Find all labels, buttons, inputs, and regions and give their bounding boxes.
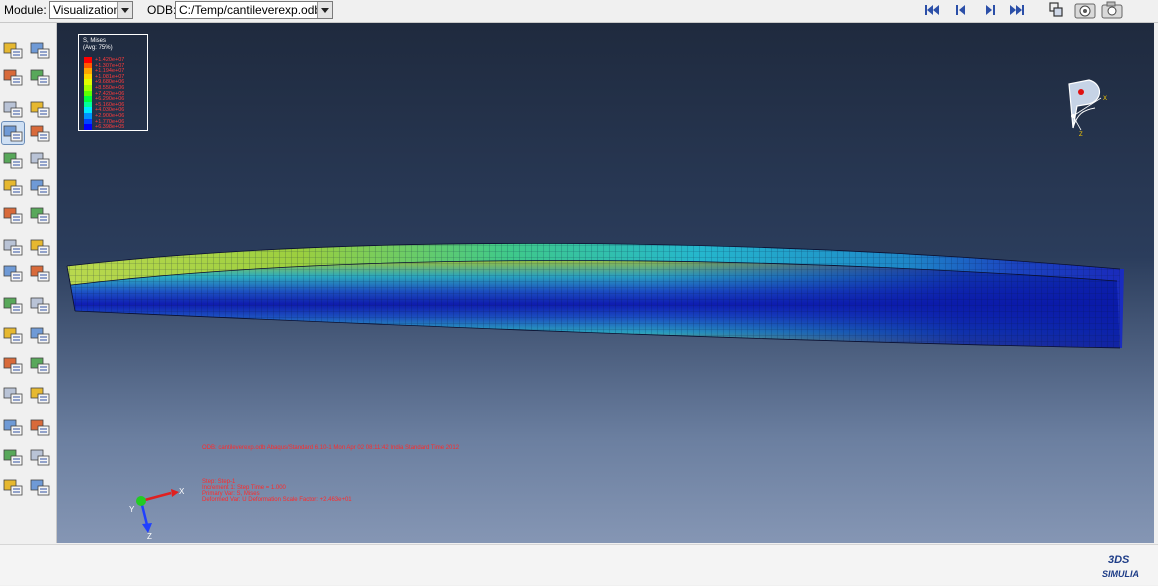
allow-multiple-plots-icon[interactable]: [2, 204, 24, 226]
beam-model: [66, 243, 1124, 349]
output-manager-icon[interactable]: [29, 476, 51, 498]
last-frame-icon[interactable]: [1007, 1, 1027, 19]
undeformed-shape-icon[interactable]: [2, 98, 24, 120]
free-body-cut-icon[interactable]: [2, 416, 24, 438]
top-toolbar: Module: Visualization ODB: C:/Temp/canti…: [0, 0, 1158, 23]
triad-x-label: X: [179, 487, 185, 496]
logo-mark: 3DS: [1108, 554, 1130, 566]
create-path-icon[interactable]: [2, 294, 24, 316]
next-frame-icon[interactable]: [980, 1, 1000, 19]
status-bar: 3DS SIMULIA: [0, 544, 1158, 585]
first-frame-icon[interactable]: [922, 1, 942, 19]
odb-label: ODB:: [147, 3, 177, 17]
logo-text: SIMULIA: [1102, 569, 1139, 579]
camera-settings-icon[interactable]: [1074, 1, 1096, 19]
deformed-shape-icon[interactable]: [29, 98, 51, 120]
camera-icon[interactable]: [1101, 1, 1123, 19]
global-triad: X Y Z: [129, 487, 185, 541]
chevron-down-icon[interactable]: [117, 2, 132, 18]
triad-z-label: Z: [147, 532, 152, 541]
odb-value: C:/Temp/cantileverexp.odb: [179, 3, 322, 17]
xy-data-manager-icon[interactable]: [2, 262, 24, 284]
replace-group-icon[interactable]: [29, 354, 51, 376]
query-manager-icon[interactable]: [29, 446, 51, 468]
left-toolbox: [0, 23, 57, 543]
chevron-down-icon[interactable]: [317, 2, 332, 18]
create-xy-data-icon[interactable]: [29, 262, 51, 284]
simulia-logo: 3DS SIMULIA: [1100, 547, 1154, 581]
module-label: Module:: [4, 3, 47, 17]
animate-time-history-icon[interactable]: [2, 236, 24, 258]
stream-manager-icon[interactable]: [29, 384, 51, 406]
symbol-options-icon[interactable]: [29, 149, 51, 171]
overlay-icon[interactable]: [1046, 1, 1066, 19]
compass-z-label: Z: [1079, 132, 1083, 138]
view-cut-manager-icon[interactable]: [29, 416, 51, 438]
odb-info-line: ODB: cantileverexp.odb Abaqus/Standard 6…: [202, 445, 460, 451]
material-orientation-icon[interactable]: [2, 176, 24, 198]
symbol-plot-icon[interactable]: [2, 149, 24, 171]
deformed-var-line: Deformed Var: U Deformation Scale Factor…: [202, 497, 352, 503]
superimpose-icon[interactable]: [29, 66, 51, 88]
orientation-options-icon[interactable]: [29, 176, 51, 198]
query-icon[interactable]: [2, 446, 24, 468]
contour-options-icon[interactable]: [29, 122, 51, 144]
common-options-icon[interactable]: [2, 66, 24, 88]
module-combo[interactable]: Visualization: [49, 1, 133, 19]
view-compass[interactable]: X Z: [1059, 78, 1119, 138]
result-options-icon[interactable]: [2, 39, 24, 61]
viewport[interactable]: S, Mises (Avg: 75%) +1.420e+07 +1.307e+07…: [57, 23, 1154, 543]
module-value: Visualization: [53, 3, 121, 17]
animate-scale-factor-icon[interactable]: [29, 204, 51, 226]
triad-y-label: Y: [129, 505, 135, 514]
odb-combo[interactable]: C:/Temp/cantileverexp.odb: [175, 1, 333, 19]
restart-output-icon[interactable]: [2, 476, 24, 498]
stream-icon[interactable]: [2, 384, 24, 406]
field-output-icon[interactable]: [29, 39, 51, 61]
contour-plot-icon[interactable]: [1, 121, 25, 145]
animation-options-icon[interactable]: [29, 236, 51, 258]
display-group-icon[interactable]: [2, 354, 24, 376]
report-field-icon[interactable]: [29, 324, 51, 346]
previous-frame-icon[interactable]: [951, 1, 971, 19]
xy-plot-icon[interactable]: [29, 294, 51, 316]
probe-values-icon[interactable]: [2, 324, 24, 346]
compass-x-label: X: [1103, 96, 1107, 102]
